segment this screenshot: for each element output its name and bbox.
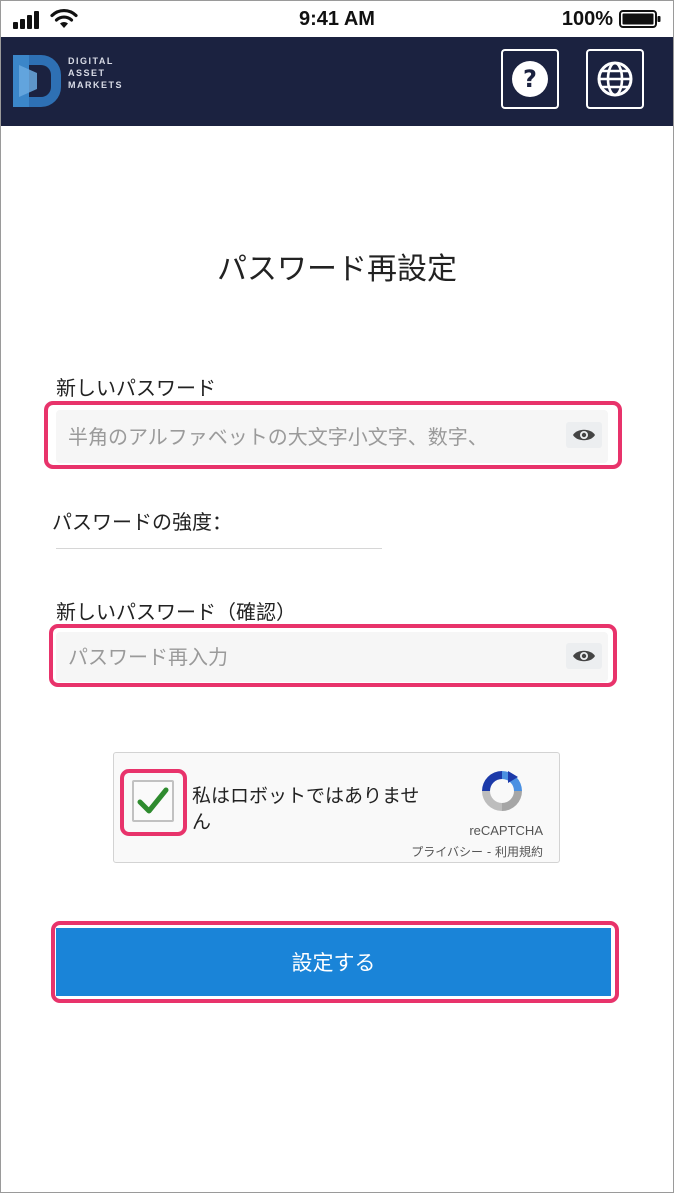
new-password-input[interactable] — [56, 410, 608, 463]
new-password-field — [56, 410, 608, 463]
confirm-password-input[interactable] — [56, 632, 608, 682]
logo-word-asset: ASSET — [68, 68, 106, 78]
green-checkmark-icon — [137, 787, 169, 814]
toggle-new-password-visibility-button[interactable] — [566, 422, 602, 448]
password-strength-meter — [56, 548, 382, 549]
toggle-confirm-password-visibility-button[interactable] — [566, 643, 602, 669]
question-circle-icon: ? — [512, 61, 548, 97]
globe-icon — [597, 61, 633, 97]
digital-asset-markets-logo[interactable]: DIGITAL ASSET MARKETS — [11, 51, 131, 111]
svg-text:?: ? — [523, 65, 537, 93]
eye-icon — [573, 429, 595, 441]
eye-icon — [573, 650, 595, 662]
battery-full-icon — [619, 10, 661, 28]
confirm-password-label: 新しいパスワード（確認） — [56, 600, 296, 624]
battery-percent: 100% — [561, 8, 613, 30]
recaptcha-checkbox[interactable] — [132, 780, 174, 822]
logo-word-digital: DIGITAL — [68, 56, 114, 66]
logo-mark-icon — [13, 55, 61, 107]
page-title: パスワード再設定 — [217, 252, 457, 287]
password-strength-label: パスワードの強度： — [52, 510, 232, 534]
logo-wordmark: DIGITAL ASSET MARKETS — [68, 55, 123, 91]
recaptcha-privacy-terms-links[interactable]: プライバシー - 利用規約 — [411, 843, 543, 860]
recaptcha-widget: 私はロボットではありません reCAPTCHA プライバシー - 利用規約 — [113, 752, 560, 863]
status-bar: 9:41 AM 100% — [1, 1, 673, 37]
confirm-password-field — [56, 632, 608, 682]
logo-word-markets: MARKETS — [68, 80, 123, 90]
app-header: DIGITAL ASSET MARKETS ? — [1, 37, 673, 126]
language-button[interactable] — [586, 49, 644, 109]
new-password-label: 新しいパスワード — [56, 376, 216, 400]
help-button[interactable]: ? — [501, 49, 559, 109]
submit-button[interactable]: 設定する — [56, 928, 611, 996]
recaptcha-logo-icon — [482, 771, 522, 811]
recaptcha-brand: reCAPTCHA — [469, 823, 543, 838]
recaptcha-checkbox-label: 私はロボットではありません — [192, 785, 420, 833]
